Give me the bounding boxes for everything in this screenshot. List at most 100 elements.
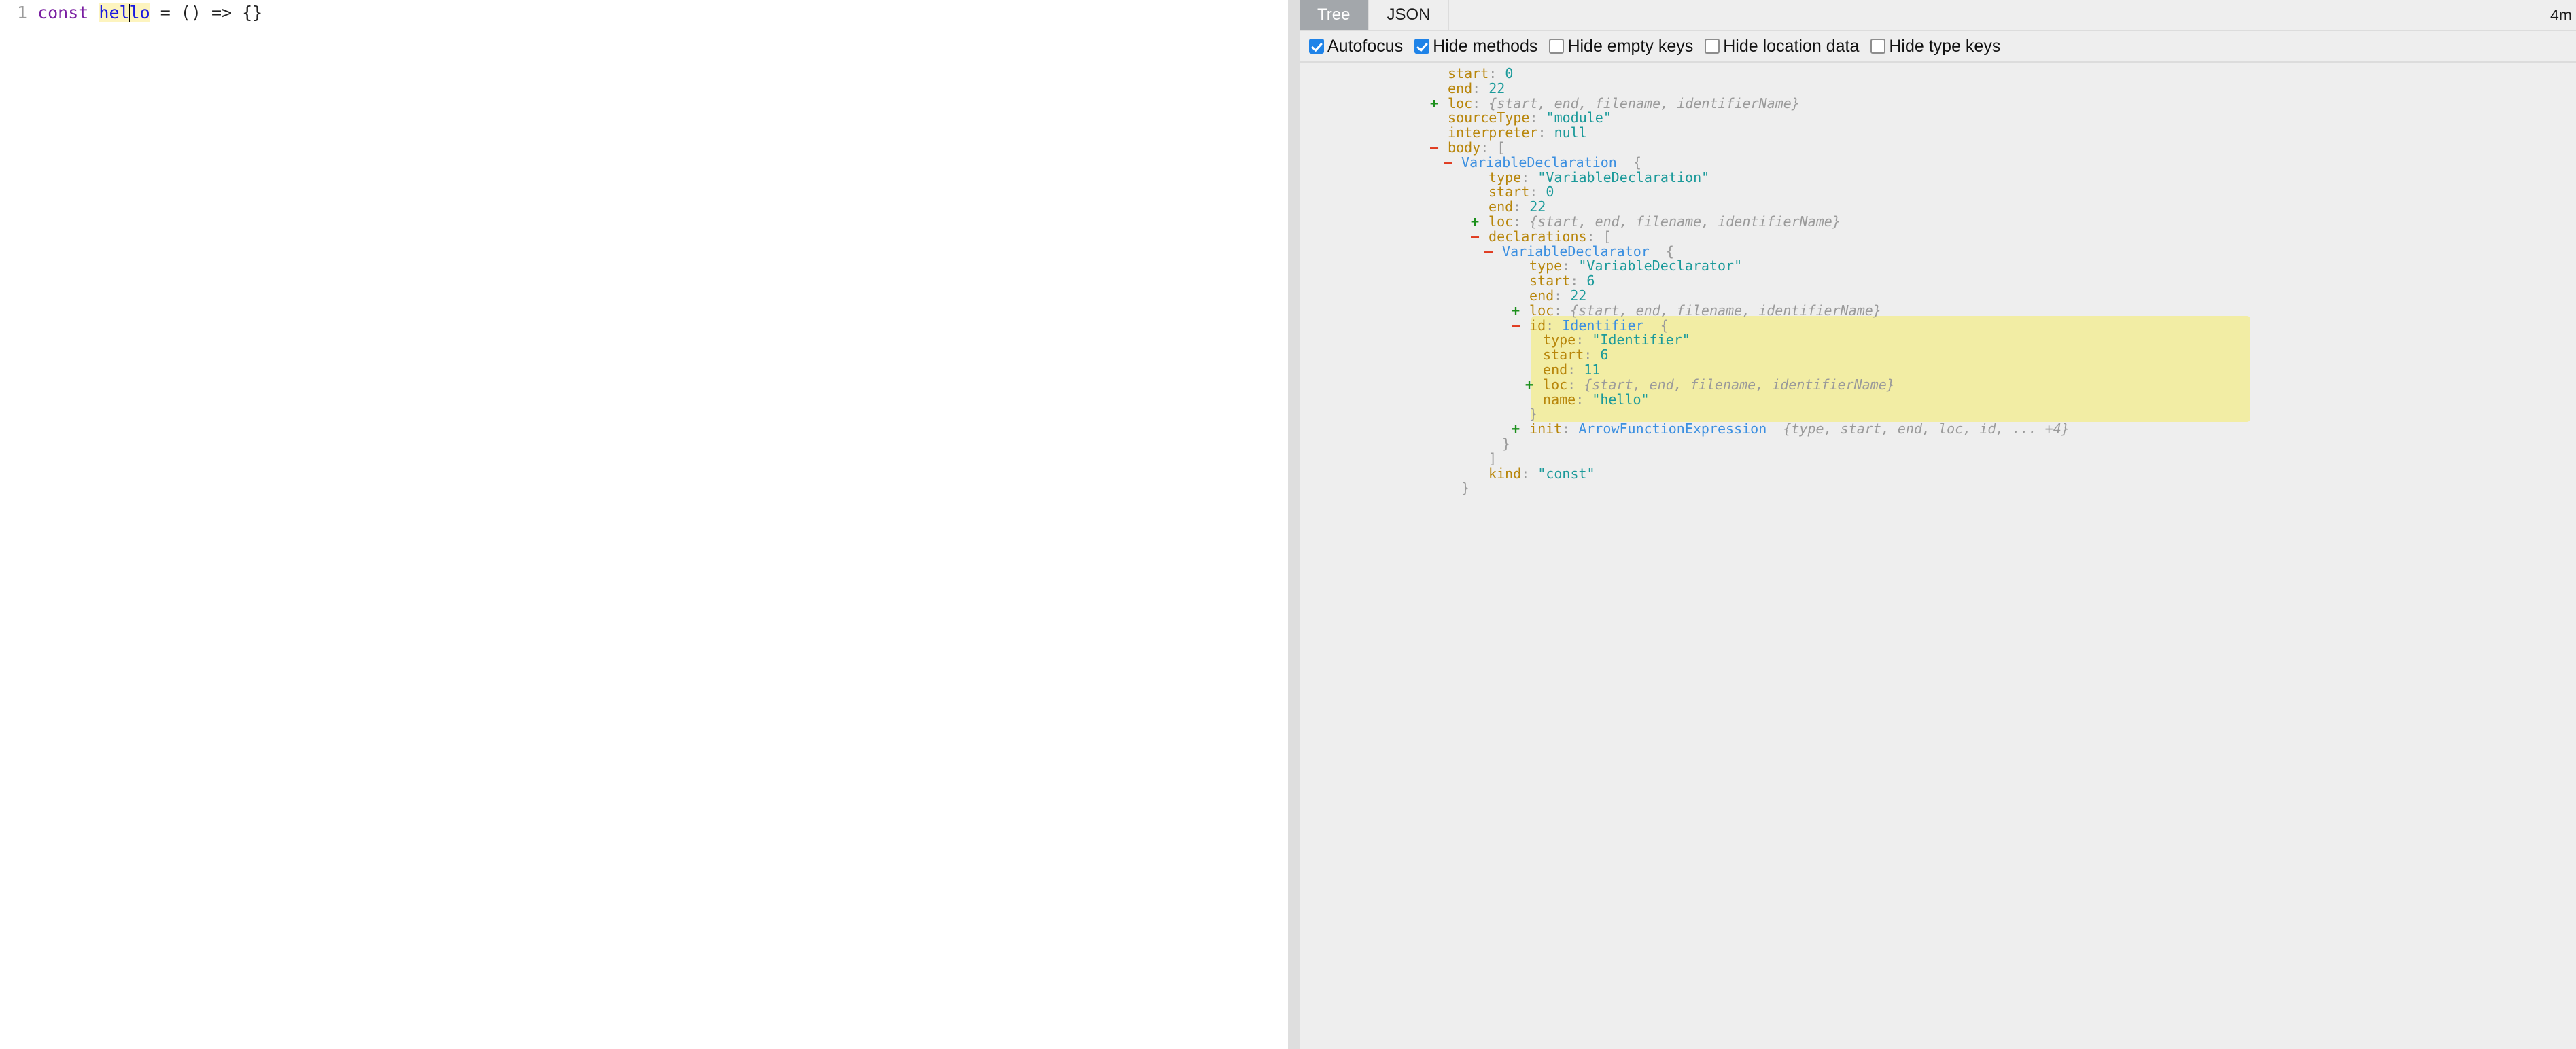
ast-tree-row[interactable]: end: 11: [1300, 363, 2576, 378]
tab-json[interactable]: JSON: [1369, 0, 1449, 30]
checkbox-icon[interactable]: [1414, 39, 1429, 54]
collapse-icon[interactable]: –: [1483, 245, 1494, 260]
ast-tree-row[interactable]: type: "VariableDeclarator": [1300, 259, 2576, 274]
code-token-identifier-selected: lo: [130, 3, 150, 22]
ast-node-type[interactable]: VariableDeclaration: [1461, 154, 1617, 171]
ast-tree-row[interactable]: type: "Identifier": [1300, 333, 2576, 348]
ast-tree-row[interactable]: }: [1300, 481, 2576, 496]
ast-tree-row[interactable]: type: "VariableDeclaration": [1300, 171, 2576, 185]
toggle-spacer-icon: [1510, 259, 1521, 274]
ast-key: declarations: [1489, 228, 1587, 245]
toggle-gap: [1521, 257, 1529, 274]
ast-tree-row[interactable]: – VariableDeclarator {: [1300, 245, 2576, 260]
ast-colon: :: [1587, 228, 1603, 245]
ast-key: init: [1529, 421, 1562, 437]
ast-type-gap: [1644, 317, 1660, 334]
ast-value-brace: }: [1529, 406, 1537, 422]
ast-value-brace: ]: [1489, 450, 1497, 467]
checkbox-icon[interactable]: [1309, 39, 1324, 54]
ast-key: type: [1543, 332, 1576, 348]
ast-colon: :: [1570, 272, 1586, 289]
ast-tree-row[interactable]: interpreter: null: [1300, 126, 2576, 141]
ast-colon: :: [1489, 65, 1505, 82]
ast-tree-row[interactable]: }: [1300, 407, 2576, 422]
checkbox-icon[interactable]: [1705, 39, 1720, 54]
code-editor-pane[interactable]: 1 const hello = () => {}: [0, 0, 1288, 1049]
option-hide-empty-keys[interactable]: Hide empty keys: [1549, 37, 1693, 56]
expand-icon[interactable]: +: [1510, 304, 1521, 319]
ast-tree-row[interactable]: + loc: {start, end, filename, identifier…: [1300, 215, 2576, 230]
ast-colon: :: [1472, 95, 1489, 111]
ast-tree-row[interactable]: }: [1300, 437, 2576, 452]
ast-tree-row[interactable]: ]: [1300, 452, 2576, 467]
ast-value-string: "Identifier": [1592, 332, 1690, 348]
collapse-icon[interactable]: –: [1469, 230, 1480, 245]
expand-icon[interactable]: +: [1429, 96, 1440, 111]
option-autofocus[interactable]: Autofocus: [1309, 37, 1403, 56]
ast-tree-row[interactable]: name: "hello": [1300, 393, 2576, 408]
ast-value-preview: {type, start, end, loc, id, ... +4}: [1783, 421, 2069, 437]
ast-node-type[interactable]: ArrowFunctionExpression: [1578, 421, 1766, 437]
expand-icon[interactable]: +: [1469, 215, 1480, 230]
ast-key: end: [1489, 198, 1513, 215]
collapse-icon[interactable]: –: [1429, 141, 1440, 156]
ast-key: start: [1489, 183, 1529, 200]
toggle-gap: [1521, 302, 1529, 319]
ast-colon: :: [1538, 124, 1554, 141]
checkbox-icon[interactable]: [1549, 39, 1564, 54]
toggle-spacer-icon: [1524, 333, 1535, 348]
tabbar-filler: [1449, 0, 2576, 30]
ast-tree-row[interactable]: + loc: {start, end, filename, identifier…: [1300, 304, 2576, 319]
code-line-1[interactable]: 1 const hello = () => {}: [0, 0, 262, 26]
ast-value-string: "VariableDeclarator": [1578, 257, 1742, 274]
toggle-gap: [1535, 361, 1543, 378]
pane-divider[interactable]: [1288, 0, 1300, 1049]
toggle-spacer-icon: [1524, 348, 1535, 363]
ast-tree-row[interactable]: end: 22: [1300, 82, 2576, 96]
ast-tree-row[interactable]: – declarations: [: [1300, 230, 2576, 245]
expand-icon[interactable]: +: [1524, 378, 1535, 393]
toggle-gap: [1440, 65, 1448, 82]
ast-tree-row[interactable]: – body: [: [1300, 141, 2576, 156]
toggle-spacer-icon: [1524, 363, 1535, 378]
option-hide-type-keys[interactable]: Hide type keys: [1870, 37, 2000, 56]
toggle-gap: [1521, 317, 1529, 334]
ast-tree-row[interactable]: start: 6: [1300, 348, 2576, 363]
ast-tree-row[interactable]: – VariableDeclaration {: [1300, 156, 2576, 171]
option-hide-location-data[interactable]: Hide location data: [1705, 37, 1859, 56]
ast-node-type[interactable]: Identifier: [1562, 317, 1643, 334]
ast-tree[interactable]: start: 0 end: 22+ loc: {start, end, file…: [1300, 63, 2576, 1049]
code-gap: [27, 3, 37, 22]
collapse-icon[interactable]: –: [1442, 156, 1453, 171]
ast-value-number: 6: [1600, 346, 1608, 363]
ast-value-preview: {start, end, filename, identifierName}: [1489, 95, 1800, 111]
ast-tree-row[interactable]: + loc: {start, end, filename, identifier…: [1300, 96, 2576, 111]
ast-tree-row[interactable]: kind: "const": [1300, 467, 2576, 482]
ast-colon: :: [1584, 346, 1600, 363]
toggle-gap: [1494, 435, 1502, 452]
ast-tree-row[interactable]: + loc: {start, end, filename, identifier…: [1300, 378, 2576, 393]
ast-tree-row[interactable]: sourceType: "module": [1300, 111, 2576, 126]
ast-node-type[interactable]: VariableDeclarator: [1502, 243, 1650, 260]
ast-value-brace: }: [1461, 480, 1469, 496]
ast-tree-row[interactable]: start: 0: [1300, 67, 2576, 82]
tab-tree[interactable]: Tree: [1300, 0, 1369, 30]
ast-value-brace: }: [1502, 435, 1510, 452]
option-label: Hide methods: [1433, 37, 1537, 56]
ast-value-preview: {start, end, filename, identifierName}: [1570, 302, 1881, 319]
expand-icon[interactable]: +: [1510, 422, 1521, 437]
toggle-gap: [1521, 287, 1529, 304]
ast-key: loc: [1489, 213, 1513, 230]
ast-key: name: [1543, 391, 1576, 408]
toggle-gap: [1480, 228, 1489, 245]
toggle-spacer-icon: [1429, 126, 1440, 141]
ast-tree-row[interactable]: end: 22: [1300, 289, 2576, 304]
collapse-icon[interactable]: –: [1510, 319, 1521, 334]
ast-tree-row[interactable]: + init: ArrowFunctionExpression {type, s…: [1300, 422, 2576, 437]
ast-tree-row[interactable]: start: 0: [1300, 185, 2576, 200]
ast-tree-row[interactable]: – id: Identifier {: [1300, 319, 2576, 334]
option-hide-methods[interactable]: Hide methods: [1414, 37, 1537, 56]
ast-tree-row[interactable]: start: 6: [1300, 274, 2576, 289]
ast-tree-row[interactable]: end: 22: [1300, 200, 2576, 215]
checkbox-icon[interactable]: [1870, 39, 1885, 54]
